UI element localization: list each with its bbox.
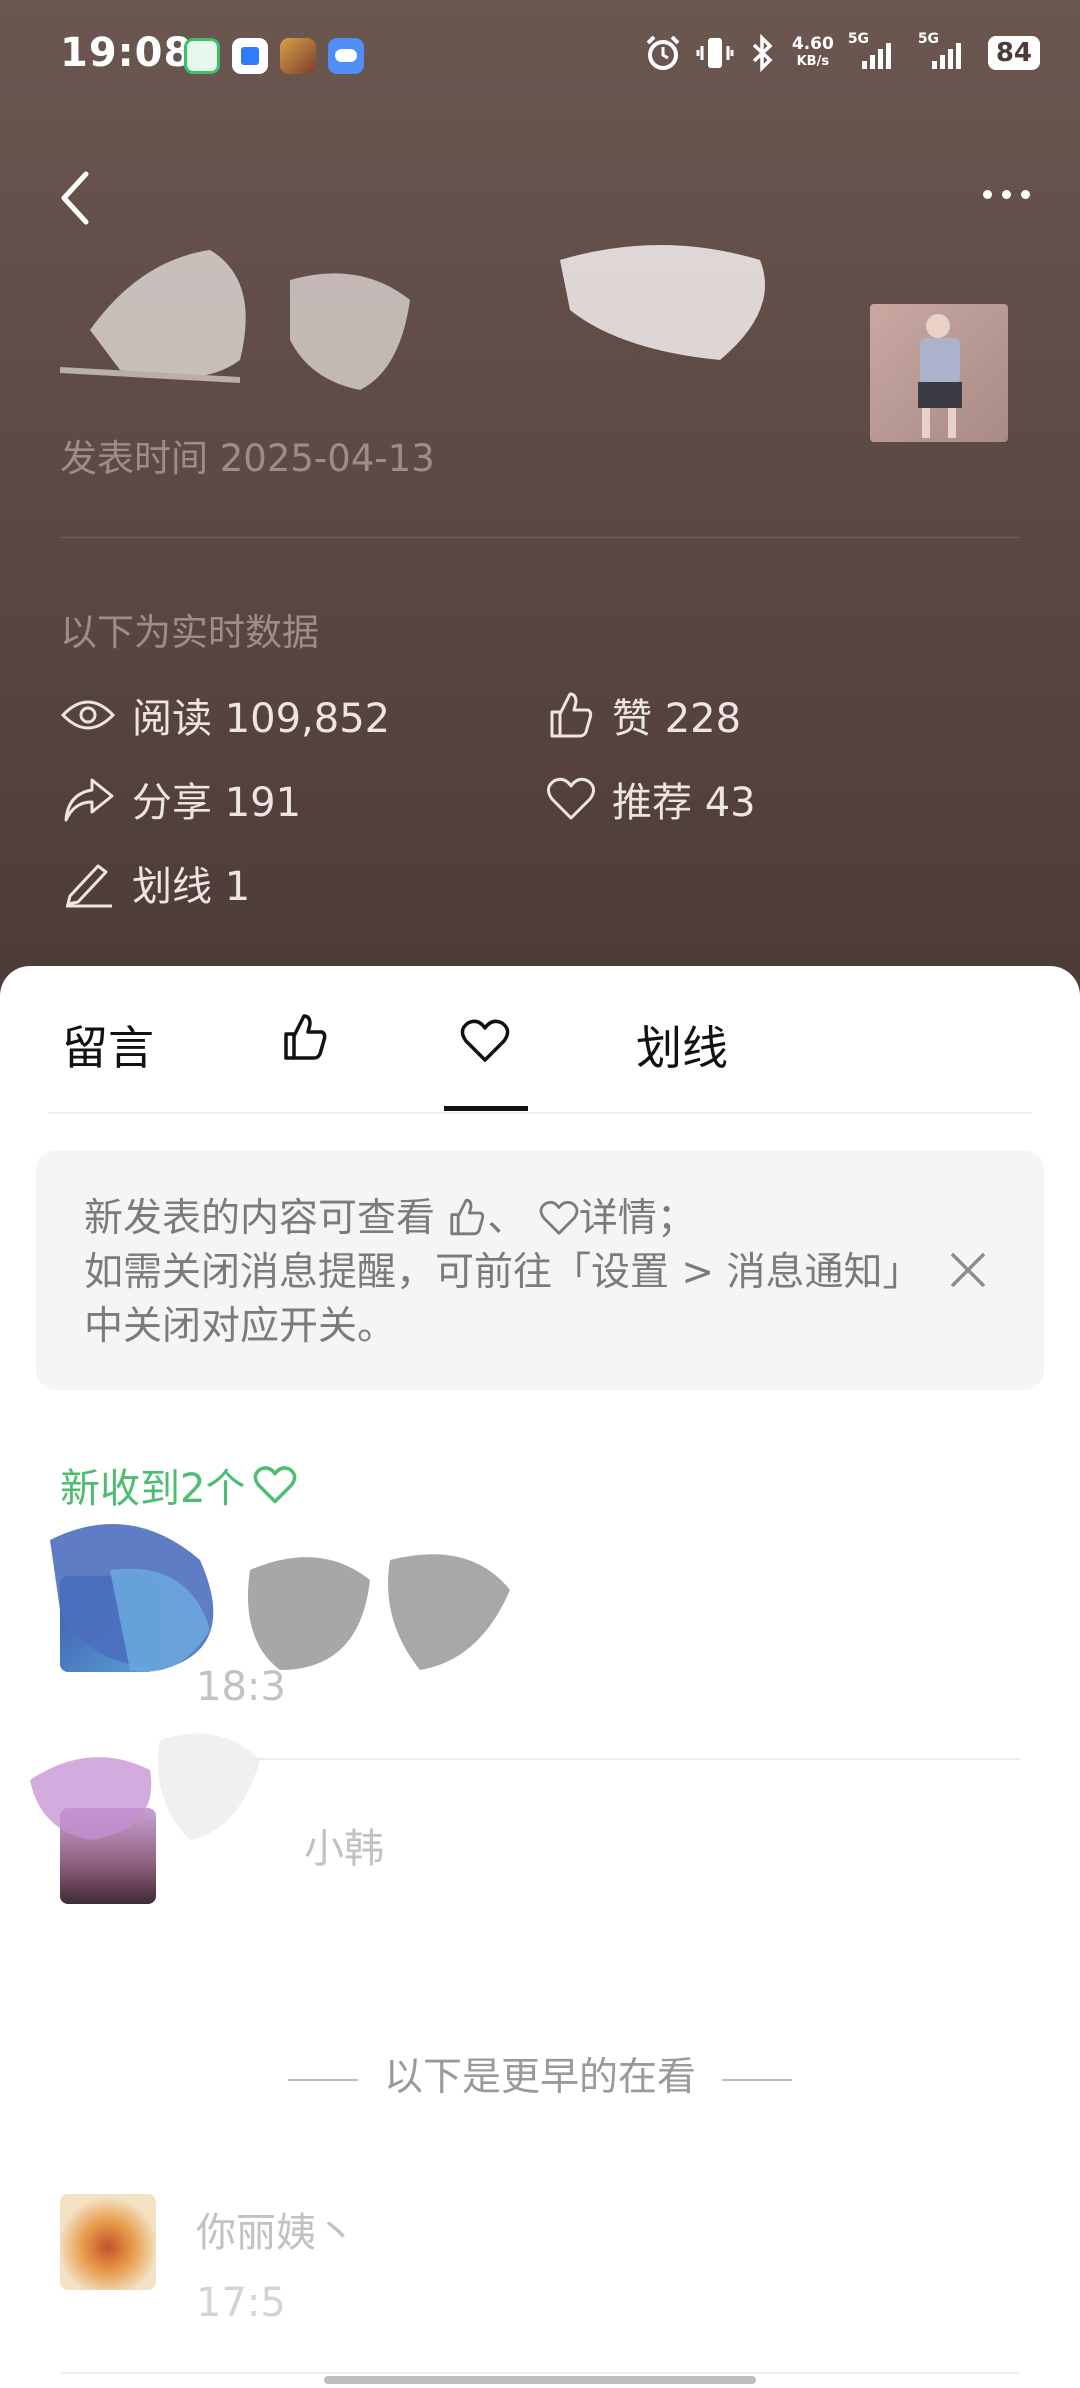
alarm-icon [646, 35, 680, 70]
network-speed: 4.60 KB/s [792, 36, 834, 70]
more-options-icon[interactable] [983, 190, 1030, 199]
stat-recommend-value: 推荐 43 [612, 780, 756, 826]
game-notification-icon [280, 38, 316, 74]
app-notification-icon [232, 38, 268, 74]
redacted-username [50, 1524, 510, 1672]
signal-strength-icon: 5G [918, 31, 974, 69]
stat-recommend: 推荐 43 [546, 770, 756, 828]
avatar[interactable] [60, 2194, 156, 2290]
earlier-divider: 以下是更早的在看 [0, 2046, 1080, 2102]
redacted-username [30, 1733, 260, 1840]
stat-like: 赞 228 [546, 686, 741, 744]
notice-text: 新发表的内容可查看 、 详情； 如需关闭消息提醒，可前往「设置 > 消息通知」中… [84, 1192, 924, 1354]
notice-line1-end: 详情； [578, 1196, 696, 1241]
redacted-title [60, 245, 765, 390]
home-indicator[interactable] [324, 2376, 756, 2384]
row2-name: 小韩 [304, 1826, 384, 1872]
vibrate-icon [696, 38, 734, 68]
divider-line [287, 2078, 358, 2081]
row3-name: 你丽姨丶 [196, 2210, 356, 2256]
notification-icons [184, 38, 364, 74]
row3-time: 17:5 [196, 2280, 286, 2326]
article-header [0, 0, 1080, 1000]
divider-line [722, 2078, 792, 2081]
bluetooth-icon [752, 34, 773, 72]
status-time: 19:08 [60, 30, 193, 76]
thumbs-up-icon [450, 1198, 485, 1236]
net-speed-unit: KB/s [796, 54, 830, 69]
status-bar: 19:08 4.60 KB/s 5G 5G 84 [0, 0, 1080, 110]
notice-banner: 新发表的内容可查看 、 详情； 如需关闭消息提醒，可前往「设置 > 消息通知」中… [36, 1150, 1044, 1390]
heart-icon [547, 777, 595, 820]
publish-time: 发表时间 2025-04-13 [60, 437, 435, 480]
pen-icon [66, 864, 112, 908]
eye-icon [60, 700, 116, 730]
signal-type-label: 5G [847, 31, 870, 47]
net-speed-value: 4.60 [791, 34, 834, 54]
notice-separator: 、 [487, 1196, 527, 1241]
heart-icon [539, 1200, 579, 1235]
app-notification-icon [184, 38, 220, 74]
notice-line1-text: 新发表的内容可查看 [84, 1196, 436, 1241]
active-tab-indicator [444, 1106, 528, 1111]
system-status: 4.60 KB/s 5G 5G 84 [644, 31, 1040, 72]
close-icon[interactable] [948, 1250, 988, 1290]
stat-read: 阅读 109,852 [60, 686, 390, 744]
notice-line2-text: 如需关闭消息提醒，可前往「设置 > 消息通知」中关闭对应开关。 [84, 1250, 922, 1349]
earlier-label: 以下是更早的在看 [383, 2055, 696, 2100]
signal-type-label: 5G [917, 31, 940, 47]
share-arrow-icon [64, 778, 114, 822]
stat-share-value: 分享 191 [132, 780, 302, 826]
tab-comments[interactable]: 留言 [62, 1012, 154, 1078]
signal-strength-icon: 5G [848, 31, 904, 69]
article-cover-thumbnail[interactable] [870, 304, 1008, 442]
tab-highlight[interactable]: 划线 [636, 1012, 728, 1078]
tabs-divider [48, 1112, 1032, 1114]
heart-icon [254, 1466, 297, 1504]
header-divider [60, 537, 1020, 538]
back-arrow-icon[interactable] [56, 168, 96, 228]
realtime-data-label: 以下为实时数据 [60, 611, 319, 654]
stat-like-value: 赞 228 [612, 696, 742, 742]
row1-time: 18:3 [196, 1664, 286, 1710]
tab-recommend-heart-icon[interactable] [460, 1018, 510, 1064]
stat-highlight: 划线 1 [60, 854, 250, 912]
row-divider [60, 2372, 1020, 2374]
stat-highlight-value: 划线 1 [132, 864, 251, 910]
cloud-notification-icon [328, 38, 364, 74]
stat-read-value: 阅读 109,852 [132, 696, 391, 742]
thumbs-up-icon [550, 692, 593, 738]
stat-share: 分享 191 [60, 770, 301, 828]
tab-likes-thumbs-up-icon[interactable] [280, 1012, 332, 1064]
battery-indicator: 84 [987, 36, 1040, 70]
